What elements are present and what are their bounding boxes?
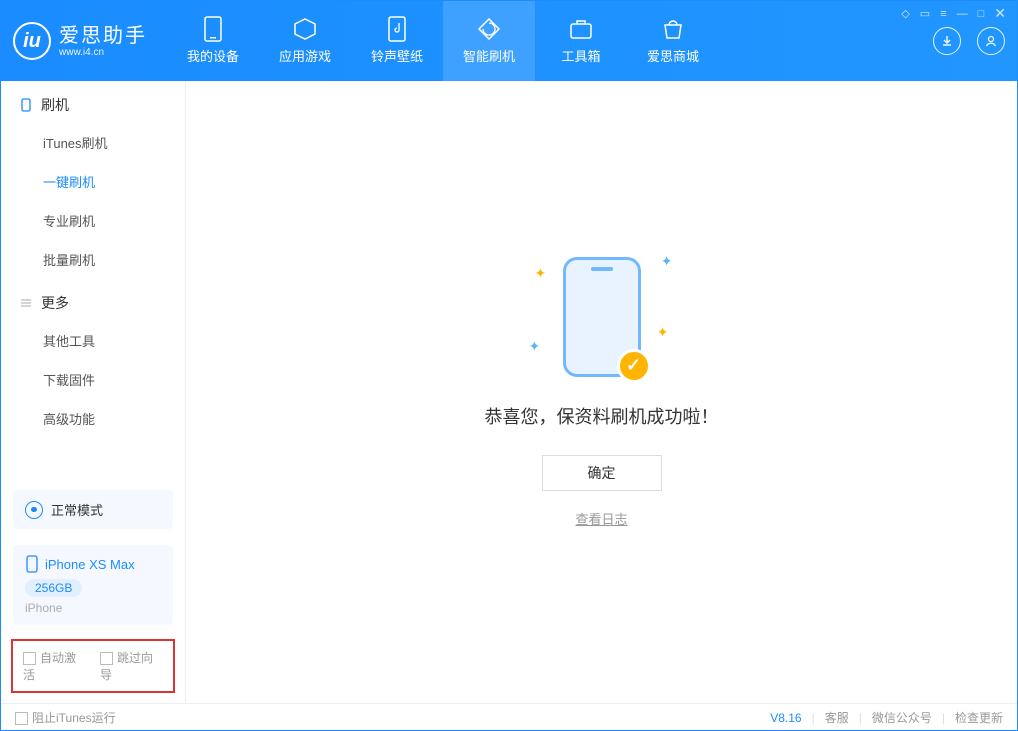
auto-activate-checkbox[interactable]: 自动激活 <box>23 649 86 683</box>
window-controls: ◇ ▭ ≡ — □ ✕ <box>901 5 1006 22</box>
device-card[interactable]: iPhone XS Max 256GB iPhone <box>13 545 173 625</box>
tab-ringtones[interactable]: 铃声壁纸 <box>351 1 443 81</box>
sidebar-item-onekey-flash[interactable]: 一键刷机 <box>1 162 185 201</box>
app-domain: www.i4.cn <box>59 47 147 58</box>
tab-toolbox[interactable]: 工具箱 <box>535 1 627 81</box>
sparkle-icon: ✦ <box>657 324 669 341</box>
mode-icon <box>25 501 43 519</box>
flash-options-highlight: 自动激活 跳过向导 <box>11 639 175 693</box>
sidebar-item-itunes-flash[interactable]: iTunes刷机 <box>1 123 185 162</box>
sidebar-item-advanced[interactable]: 高级功能 <box>1 399 185 438</box>
header-actions <box>933 27 1005 55</box>
store-icon <box>661 17 685 41</box>
sidebar-item-batch-flash[interactable]: 批量刷机 <box>1 240 185 279</box>
tab-apps[interactable]: 应用游戏 <box>259 1 351 81</box>
skip-guide-checkbox[interactable]: 跳过向导 <box>100 649 163 683</box>
sparkle-icon: ✦ <box>529 338 541 355</box>
device-capacity: 256GB <box>25 579 82 597</box>
block-itunes-checkbox[interactable]: 阻止iTunes运行 <box>15 709 116 726</box>
main-content: ✦ ✦ ✦ ✦ ✓ 恭喜您，保资料刷机成功啦！ 确定 查看日志 <box>186 81 1017 703</box>
phone-icon <box>19 98 33 112</box>
apps-icon <box>293 17 317 41</box>
device-type: iPhone <box>25 601 161 615</box>
sparkle-icon: ✦ <box>661 253 673 270</box>
success-check-icon: ✓ <box>617 349 651 383</box>
ringtones-icon <box>385 17 409 41</box>
tab-flash[interactable]: 智能刷机 <box>443 1 535 81</box>
toolbox-icon <box>569 17 593 41</box>
sidebar-item-other-tools[interactable]: 其他工具 <box>1 321 185 360</box>
sidebar: 刷机 iTunes刷机 一键刷机 专业刷机 批量刷机 更多 其他工具 下载固件 … <box>1 81 186 703</box>
sidebar-section-flash: 刷机 <box>1 81 185 123</box>
close-button[interactable]: ✕ <box>994 5 1006 22</box>
flash-icon <box>477 17 501 41</box>
sidebar-section-more: 更多 <box>1 279 185 321</box>
app-name: 爱思助手 <box>59 25 147 47</box>
wechat-link[interactable]: 微信公众号 <box>872 709 932 726</box>
logo-icon: iu <box>13 22 51 60</box>
success-illustration: ✦ ✦ ✦ ✦ ✓ <box>563 257 641 377</box>
tab-my-device[interactable]: 我的设备 <box>167 1 259 81</box>
sidebar-item-firmware[interactable]: 下载固件 <box>1 360 185 399</box>
minimize-button[interactable]: — <box>957 8 968 20</box>
check-update-link[interactable]: 检查更新 <box>955 709 1003 726</box>
sparkle-icon: ✦ <box>535 265 547 282</box>
device-icon <box>201 17 225 41</box>
download-button[interactable] <box>933 27 961 55</box>
tab-store[interactable]: 爱思商城 <box>627 1 719 81</box>
device-small-icon <box>25 555 39 573</box>
app-logo: iu 爱思助手 www.i4.cn <box>13 22 147 60</box>
success-message: 恭喜您，保资料刷机成功啦！ <box>485 403 719 429</box>
ok-button[interactable]: 确定 <box>542 455 662 491</box>
support-link[interactable]: 客服 <box>825 709 849 726</box>
main-tabs: 我的设备 应用游戏 铃声壁纸 智能刷机 工具箱 爱思商城 <box>167 1 719 81</box>
view-log-link[interactable]: 查看日志 <box>575 509 627 528</box>
mode-card[interactable]: 正常模式 <box>13 490 173 529</box>
menu-icon[interactable]: ≡ <box>940 8 946 20</box>
mode-label: 正常模式 <box>51 500 103 519</box>
footer: 阻止iTunes运行 V8.16 | 客服 | 微信公众号 | 检查更新 <box>1 703 1017 731</box>
version-label: V8.16 <box>770 711 801 725</box>
shirt-icon[interactable]: ◇ <box>901 7 909 20</box>
device-name: iPhone XS Max <box>45 557 135 572</box>
header: iu 爱思助手 www.i4.cn 我的设备 应用游戏 铃声壁纸 智能刷机 工具… <box>1 1 1017 81</box>
list-icon[interactable]: ▭ <box>920 7 930 20</box>
user-button[interactable] <box>977 27 1005 55</box>
more-icon <box>19 296 33 310</box>
sidebar-item-pro-flash[interactable]: 专业刷机 <box>1 201 185 240</box>
maximize-button[interactable]: □ <box>978 8 985 20</box>
